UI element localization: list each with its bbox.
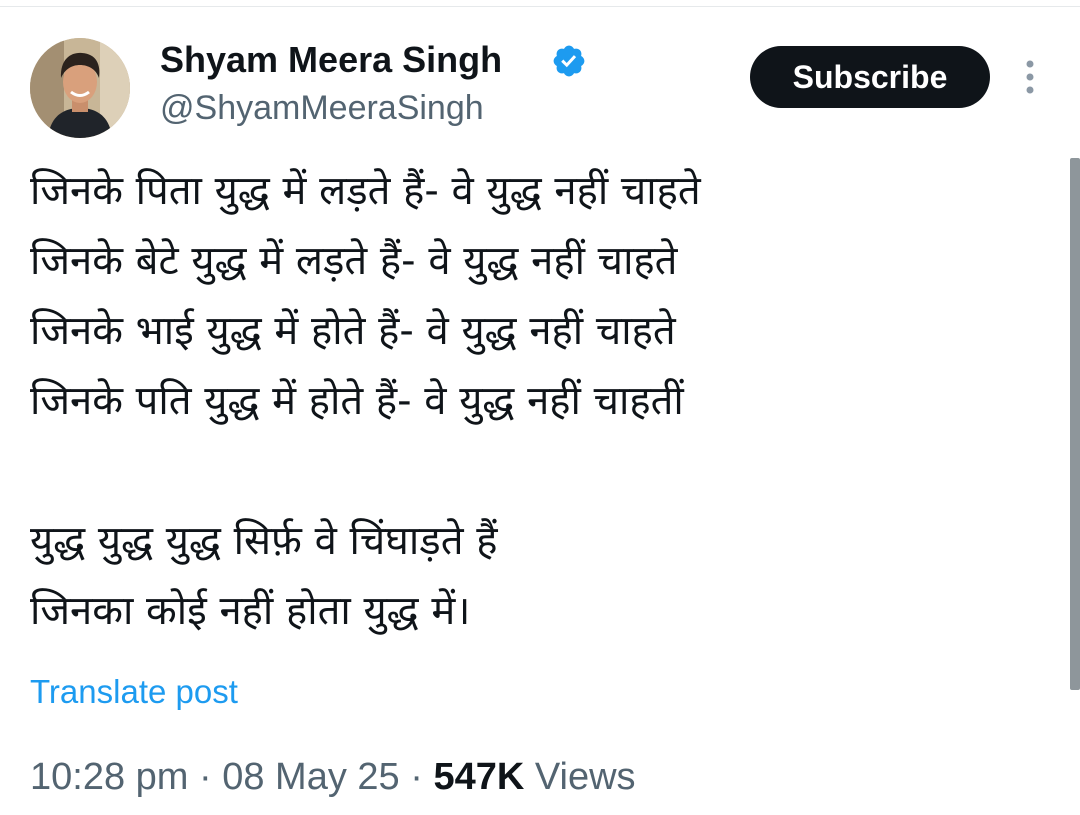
meta-separator: · bbox=[399, 756, 434, 798]
author-display-name[interactable]: Shyam Meera Singh bbox=[160, 38, 502, 82]
avatar[interactable] bbox=[30, 38, 130, 138]
views-count: 547K bbox=[433, 756, 525, 798]
author-handle[interactable]: @ShyamMeeraSingh bbox=[160, 86, 484, 130]
post-time[interactable]: 10:28 pm bbox=[30, 756, 188, 798]
post-date[interactable]: 08 May 25 bbox=[222, 756, 399, 798]
post-line: जिनका कोई नहीं होता युद्ध में। bbox=[30, 588, 471, 634]
post-line: जिनके बेटे युद्ध में लड़ते हैं- वे युद्ध… bbox=[30, 238, 678, 284]
post-line: जिनके भाई युद्ध में होते हैं- वे युद्ध न… bbox=[30, 308, 676, 354]
post-meta: 10:28 pm · 08 May 25 · 547K Views bbox=[30, 752, 636, 802]
scrollbar[interactable] bbox=[1070, 158, 1080, 690]
verified-badge-icon bbox=[553, 45, 585, 77]
post-line: जिनके पति युद्ध में होते हैं- वे युद्ध न… bbox=[30, 378, 684, 424]
views-label: Views bbox=[524, 756, 636, 798]
post-line: जिनके पिता युद्ध में लड़ते हैं- वे युद्ध… bbox=[30, 168, 701, 214]
post-blank-line bbox=[30, 436, 1030, 506]
top-divider bbox=[0, 6, 1080, 7]
translate-post-link[interactable]: Translate post bbox=[30, 670, 238, 714]
post-line: युद्ध युद्ध युद्ध सिर्फ़ वे चिंघाड़ते है… bbox=[30, 518, 498, 564]
subscribe-button[interactable]: Subscribe bbox=[750, 46, 990, 108]
meta-separator: · bbox=[188, 756, 223, 798]
post-text: जिनके पिता युद्ध में लड़ते हैं- वे युद्ध… bbox=[30, 156, 1030, 646]
vertical-ellipsis-icon[interactable] bbox=[1016, 58, 1044, 98]
